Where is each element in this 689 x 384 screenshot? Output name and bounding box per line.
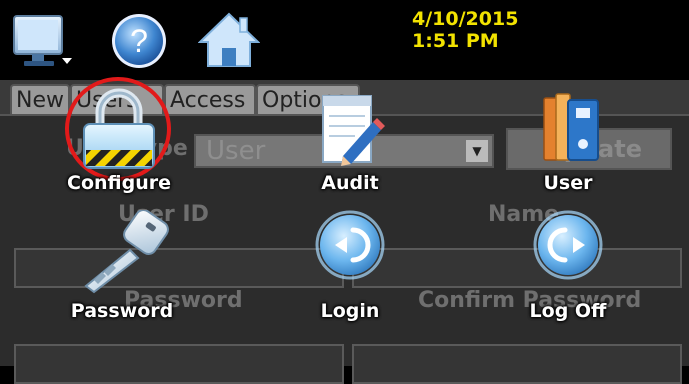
logoff-icon <box>533 210 603 280</box>
menu-item-audit[interactable]: Audit <box>290 92 410 196</box>
binders-icon <box>543 93 599 161</box>
svg-text:?: ? <box>130 23 148 59</box>
menu-label-login: Login <box>320 300 380 322</box>
menu-item-login[interactable]: Login <box>290 210 410 328</box>
user-type-value: User <box>206 136 266 166</box>
menu-label-user: User <box>543 172 593 194</box>
menu-label-configure: Configure <box>67 172 171 194</box>
status-date: 4/10/2015 <box>412 8 519 30</box>
chevron-down-icon[interactable]: ▼ <box>466 140 488 162</box>
menu-item-password[interactable]: Password <box>62 210 182 328</box>
status-datetime: 4/10/2015 1:51 PM <box>412 8 518 52</box>
menu-item-user[interactable]: User <box>508 88 628 196</box>
home-icon[interactable] <box>198 10 260 70</box>
padlock-icon <box>83 88 155 169</box>
key-icon <box>84 210 169 294</box>
menu-item-log-off[interactable]: Log Off <box>508 210 628 328</box>
notepad-pencil-icon <box>322 95 385 166</box>
top-bar: ? 4/10/2015 1:51 PM <box>0 0 689 80</box>
password-field[interactable] <box>14 344 344 384</box>
menu-label-log-off: Log Off <box>529 300 607 322</box>
login-icon <box>315 210 385 280</box>
help-icon[interactable]: ? <box>108 12 170 70</box>
confirm-password-field[interactable] <box>352 344 682 384</box>
menu-item-configure[interactable]: Configure <box>54 88 184 196</box>
monitor-icon[interactable] <box>12 12 74 70</box>
menu-label-audit: Audit <box>321 172 379 194</box>
status-time: 1:51 PM <box>412 30 499 52</box>
menu-label-password: Password <box>70 300 174 322</box>
